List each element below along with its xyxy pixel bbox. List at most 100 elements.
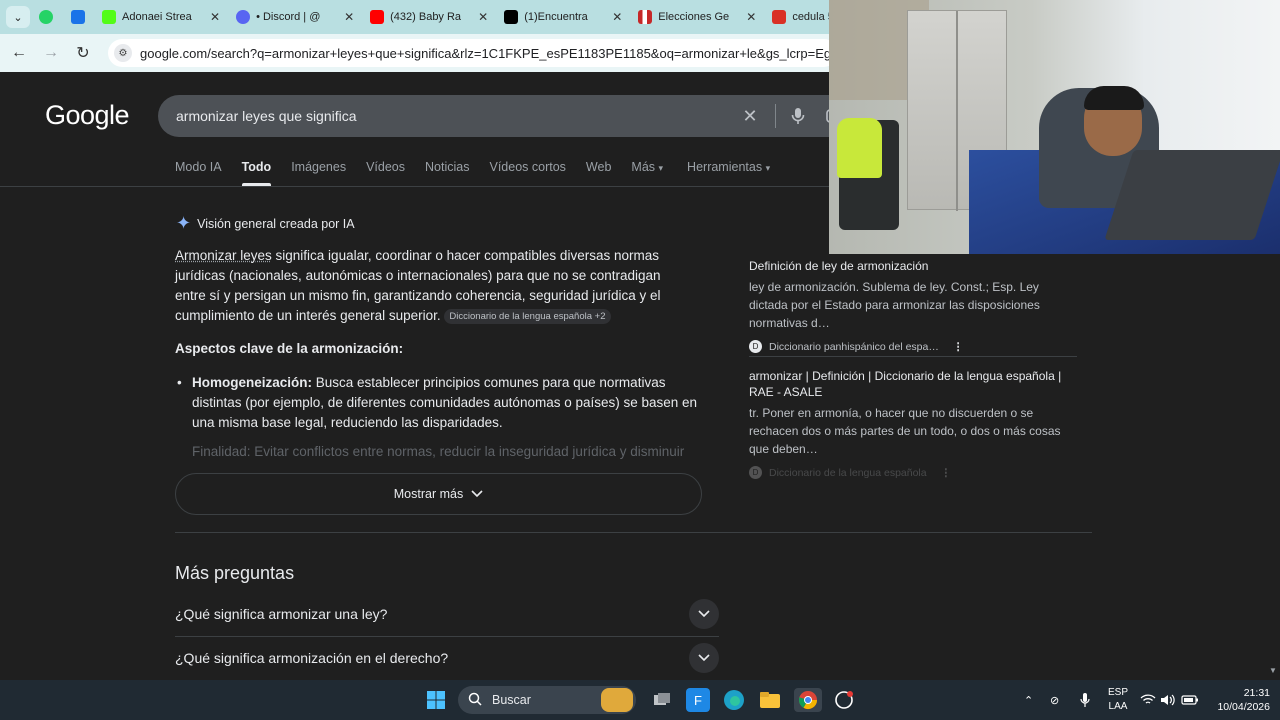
section-divider: [175, 532, 1092, 533]
show-hidden-icons[interactable]: ⌃: [1024, 680, 1033, 720]
term-link[interactable]: Armonizar leyes: [175, 248, 272, 263]
caret-down-icon: ▾: [765, 163, 771, 173]
tab-elecciones[interactable]: Elecciones Ge ✕: [630, 0, 764, 34]
sources-divider: [749, 356, 1077, 357]
file-app-icon[interactable]: F: [686, 688, 710, 712]
dictionary-icon: D: [749, 340, 762, 353]
more-questions-heading: Más preguntas: [175, 563, 295, 583]
tab-imagenes[interactable]: Imágenes: [291, 160, 346, 186]
question-row[interactable]: ¿Qué significa armonizar una ley?: [175, 592, 719, 636]
app-notification-icon[interactable]: [832, 688, 856, 712]
tab-tiktok[interactable]: (1)Encuentra ✕: [496, 0, 630, 34]
question-text: ¿Qué significa armonización en el derech…: [175, 650, 449, 666]
chevron-down-icon[interactable]: [689, 599, 719, 629]
search-box[interactable]: armonizar leyes que significa ✕: [158, 95, 858, 137]
webcam-person-hair: [1084, 86, 1144, 110]
wifi-icon[interactable]: [1140, 680, 1156, 720]
pdf-icon: [772, 10, 787, 24]
tab-mas-label: Más: [631, 160, 656, 174]
close-icon[interactable]: ✕: [210, 10, 220, 24]
tab-title: Adonaei Strea: [122, 11, 192, 23]
search-tabs: Modo IA Todo Imágenes Vídeos Noticias Ví…: [175, 160, 790, 186]
forward-arrow-icon[interactable]: →: [36, 38, 66, 68]
google-logo[interactable]: Google: [45, 100, 130, 131]
source-site-name: Diccionario de la lengua española: [769, 466, 927, 479]
reload-icon[interactable]: ↻: [68, 38, 98, 68]
search-icon: [468, 692, 482, 709]
tabs-divider: [0, 186, 830, 187]
tab-mas[interactable]: Más ▾: [631, 160, 663, 186]
scroll-down-icon[interactable]: ▼: [1266, 666, 1280, 680]
chrome-icon[interactable]: [794, 688, 822, 712]
source-card[interactable]: Definición de ley de armonización ley de…: [749, 258, 1079, 353]
faded-bullet-text: Finalidad: Evitar conflictos entre norma…: [192, 444, 685, 459]
site-info-icon[interactable]: ⚙: [114, 44, 132, 62]
search-input[interactable]: armonizar leyes que significa: [176, 108, 735, 124]
tab-search-button[interactable]: ⌄: [6, 6, 30, 28]
question-text: ¿Qué significa armonizar una ley?: [175, 606, 388, 622]
tab-pinned-2[interactable]: [62, 0, 94, 34]
clock-time: 21:31: [1243, 687, 1270, 699]
battery-icon[interactable]: [1181, 680, 1199, 720]
tab-videos[interactable]: Vídeos: [366, 160, 405, 186]
tab-title: Elecciones Ge: [658, 11, 730, 23]
bullet-dot: •: [177, 375, 182, 390]
tab-modo-ia[interactable]: Modo IA: [175, 160, 222, 186]
tab-herramientas[interactable]: Herramientas ▾: [687, 160, 770, 186]
tab-web[interactable]: Web: [586, 160, 611, 186]
tab-kick[interactable]: Adonaei Strea ✕: [94, 0, 228, 34]
widgets-icon[interactable]: [601, 688, 633, 712]
windows-start-icon[interactable]: [424, 688, 448, 712]
list-item: • Homogeneización: Busca establecer prin…: [177, 373, 702, 433]
system-clock[interactable]: 21:31 10/04/2026: [1206, 686, 1270, 714]
microphone-tray-icon[interactable]: [1080, 680, 1090, 720]
tab-title: (1)Encuentra: [524, 11, 588, 23]
edge-icon[interactable]: [722, 688, 746, 712]
microphone-icon[interactable]: [786, 107, 810, 125]
tab-whatsapp[interactable]: [30, 0, 62, 34]
back-arrow-icon[interactable]: ←: [4, 38, 34, 68]
close-icon[interactable]: ✕: [746, 10, 756, 24]
volume-icon[interactable]: [1160, 680, 1176, 720]
file-explorer-icon[interactable]: [758, 688, 782, 712]
webcam-laptop: [1104, 150, 1280, 240]
clear-icon[interactable]: ✕: [735, 106, 765, 127]
more-options-icon[interactable]: ⋮: [941, 467, 952, 479]
tab-noticias[interactable]: Noticias: [425, 160, 469, 186]
source-chip-label: Diccionario de la lengua española +2: [449, 310, 606, 322]
app-icon: [71, 10, 85, 24]
aspects-heading: Aspectos clave de la armonización:: [175, 341, 404, 356]
source-title[interactable]: Definición de ley de armonización: [749, 258, 1079, 274]
sparkle-icon: ✦: [176, 213, 192, 233]
close-icon[interactable]: ✕: [612, 10, 622, 24]
youtube-icon: [370, 10, 385, 24]
taskbar: Buscar F ⌃ ⊘ ESP LAA 21:31 10/04/2026: [0, 680, 1280, 720]
close-icon[interactable]: ✕: [478, 10, 488, 24]
show-more-button[interactable]: Mostrar más: [175, 473, 702, 515]
tab-youtube[interactable]: (432) Baby Ra ✕: [362, 0, 496, 34]
camera-off-icon[interactable]: ⊘: [1050, 680, 1059, 720]
source-chip[interactable]: Diccionario de la lengua española +2: [444, 308, 611, 324]
chevron-down-icon[interactable]: [689, 643, 719, 673]
source-site: D Diccionario panhispánico del espa… ⋮: [749, 340, 1079, 353]
tab-todo[interactable]: Todo: [241, 160, 271, 186]
tab-videos-cortos[interactable]: Vídeos cortos: [489, 160, 565, 186]
url-field[interactable]: ⚙ google.com/search?q=armonizar+leyes+qu…: [108, 39, 838, 67]
close-icon[interactable]: ✕: [344, 10, 354, 24]
source-card[interactable]: armonizar | Definición | Diccionario de …: [749, 368, 1079, 479]
ai-overview-text: Armonizar leyes significa igualar, coord…: [175, 246, 695, 326]
tab-discord[interactable]: • Discord | @ ✕: [228, 0, 362, 34]
task-view-icon[interactable]: [650, 688, 674, 712]
keyboard-layout: LAA: [1108, 701, 1128, 712]
discord-icon: [236, 10, 251, 24]
source-snippet: ley de armonización. Sublema de ley. Con…: [749, 280, 1040, 330]
source-title[interactable]: armonizar | Definición | Diccionario de …: [749, 368, 1079, 400]
more-options-icon[interactable]: ⋮: [953, 341, 964, 353]
question-row[interactable]: ¿Qué significa armonización en el derech…: [175, 636, 719, 680]
bullet-list: • Homogeneización: Busca establecer prin…: [177, 373, 702, 433]
webcam-shirt: [837, 118, 882, 178]
kick-icon: [102, 10, 116, 24]
language-indicator[interactable]: ESP LAA: [1104, 686, 1132, 714]
source-site: D Diccionario de la lengua española ⋮: [749, 466, 1079, 479]
source-site-name: Diccionario panhispánico del espa…: [769, 340, 939, 353]
